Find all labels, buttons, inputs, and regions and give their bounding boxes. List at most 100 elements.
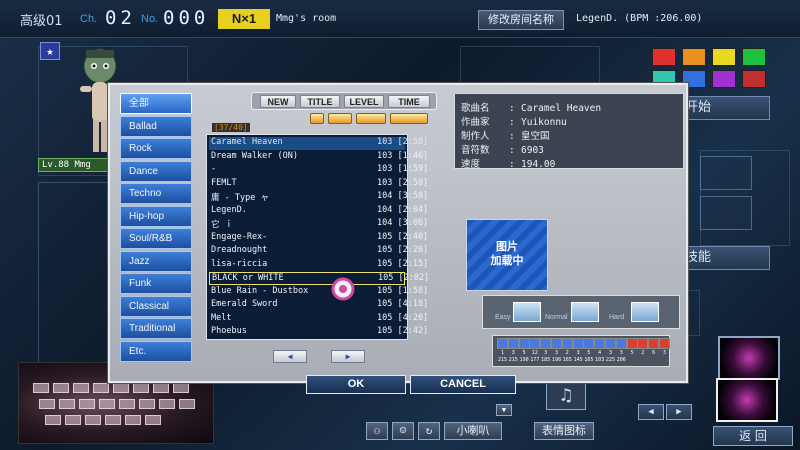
color-swatch[interactable] bbox=[712, 70, 736, 88]
rename-room-button[interactable]: 修改房间名称 bbox=[478, 10, 564, 30]
level-cell: 1 215 bbox=[497, 338, 508, 365]
info-composer-key: 作曲家 bbox=[461, 117, 490, 128]
tab-time[interactable]: TIME bbox=[388, 95, 430, 108]
song-level-time: 104 [2:04] bbox=[377, 204, 429, 215]
ok-button[interactable]: OK bbox=[306, 375, 406, 394]
next-arrow-button[interactable]: ▶ bbox=[666, 404, 692, 420]
song-row[interactable]: 它 ｉ 104 [3:06] bbox=[209, 218, 428, 231]
color-swatch[interactable] bbox=[742, 70, 766, 88]
tab-level[interactable]: LEVEL bbox=[344, 95, 384, 108]
category-item[interactable]: Techno bbox=[120, 183, 192, 204]
level-cell-color bbox=[518, 338, 530, 349]
info-song-row: 歌曲名: Caramel Heaven bbox=[461, 100, 601, 114]
song-row[interactable]: 庸 - Type ャ 104 [3:58] bbox=[209, 191, 428, 204]
color-swatch[interactable] bbox=[682, 48, 706, 66]
difficulty-filter bbox=[310, 113, 430, 124]
song-row[interactable]: Phoebus 105 [2:42] bbox=[209, 326, 429, 339]
song-row[interactable]: Dreadnought 105 [2:20] bbox=[209, 245, 428, 258]
music-note-icon[interactable]: ♫ bbox=[546, 382, 586, 410]
prev-arrow-button[interactable]: ◀ bbox=[638, 404, 664, 420]
info-composer-row: 作曲家: Yuikonnu bbox=[461, 114, 567, 128]
user-icon[interactable]: ☺ bbox=[392, 422, 414, 440]
song-level-time: 105 [1:58] bbox=[377, 285, 429, 296]
song-row[interactable]: Blue Rain - Dustbox 105 [1:58] bbox=[209, 285, 429, 299]
emote-button[interactable]: 表情图标 bbox=[534, 422, 594, 440]
category-item[interactable]: Jazz bbox=[120, 250, 192, 272]
tab-new[interactable]: NEW bbox=[260, 95, 296, 108]
difficulty-4-icon[interactable] bbox=[390, 113, 428, 124]
song-title: Melt bbox=[211, 312, 232, 323]
song-level-time: 105 [2:15] bbox=[377, 258, 429, 269]
song-row[interactable]: Engage-Rex- 105 [2:40] bbox=[209, 231, 429, 245]
cover-text-2: 加载中 bbox=[490, 254, 524, 267]
song-row[interactable]: BLACK or WHITE 105 [2:02] bbox=[209, 272, 429, 285]
song-title: LegenD. bbox=[211, 204, 247, 215]
category-list: 全部 Ballad Rock Dance Techno Hip-hop Soul/R&B Ja… bbox=[120, 93, 192, 363]
mode-easy-icon[interactable] bbox=[513, 302, 541, 322]
song-pager: ◀ ▶ bbox=[273, 350, 369, 363]
side-slot[interactable] bbox=[700, 196, 752, 230]
song-title: Caramel Heaven bbox=[211, 137, 283, 147]
song-level-time: 105 [2:42] bbox=[377, 326, 429, 336]
speaker-button[interactable]: 小喇叭 bbox=[444, 422, 502, 440]
category-item[interactable]: Classical bbox=[120, 295, 192, 317]
level-cell-color bbox=[507, 338, 519, 349]
category-item[interactable]: Traditional bbox=[120, 318, 192, 339]
level-cell-stars: 3 bbox=[576, 350, 580, 356]
song-row[interactable]: LegenD. 104 [2:04] bbox=[209, 204, 429, 218]
mode-hard-icon[interactable] bbox=[631, 302, 659, 322]
player-level-tag: Lv.88 Mmg bbox=[38, 158, 108, 172]
level-cell-stars: 5 bbox=[630, 350, 634, 356]
song-row[interactable]: Melt 105 [4:20] bbox=[209, 312, 428, 326]
cover-text-1: 图片 bbox=[496, 240, 518, 253]
song-row[interactable]: lisa-riccia 105 [2:15] bbox=[209, 258, 429, 272]
mode-normal-label: Normal bbox=[545, 314, 568, 321]
page-prev-button[interactable]: ◀ bbox=[273, 350, 307, 363]
song-title: Emerald Sword bbox=[211, 299, 278, 309]
page-next-button[interactable]: ▶ bbox=[331, 350, 365, 363]
info-producer-value: 皇空国 bbox=[521, 131, 550, 142]
refresh-icon[interactable]: ↻ bbox=[418, 422, 440, 440]
level-cell-stars: 2 bbox=[641, 350, 645, 356]
users-icon[interactable]: ⚇ bbox=[366, 422, 388, 440]
level-cell-stars: 12 bbox=[531, 350, 538, 356]
category-item[interactable]: 全部 bbox=[120, 93, 192, 114]
song-level-time: 105 [2:40] bbox=[377, 231, 429, 242]
effect-thumbnail[interactable] bbox=[718, 336, 780, 380]
mode-normal-icon[interactable] bbox=[571, 302, 599, 322]
song-row[interactable]: Emerald Sword 105 [4:18] bbox=[209, 299, 428, 312]
category-item[interactable]: Dance bbox=[120, 160, 192, 182]
info-sep: : bbox=[509, 131, 515, 142]
category-item[interactable]: Funk bbox=[120, 273, 192, 294]
page-count: [37/40] bbox=[212, 123, 250, 132]
color-swatch[interactable] bbox=[742, 48, 766, 66]
level-cell-bpm: 165 bbox=[562, 357, 572, 363]
level-cell-stars: 3 bbox=[619, 350, 623, 356]
category-item[interactable]: Soul/R&B bbox=[120, 228, 192, 249]
category-item[interactable]: Ballad bbox=[120, 115, 192, 137]
song-row[interactable]: - 103 [1:59] bbox=[209, 164, 428, 177]
tab-title[interactable]: TITLE bbox=[300, 95, 340, 108]
level-cell-color bbox=[605, 338, 616, 349]
song-row[interactable]: Dream Walker (ON) 103 [1:46] bbox=[209, 151, 428, 164]
song-row[interactable]: Caramel Heaven 103 [2:58] bbox=[209, 137, 428, 150]
level-cell: 5 bbox=[626, 338, 638, 365]
difficulty-2-icon[interactable] bbox=[328, 113, 352, 124]
difficulty-1-icon[interactable] bbox=[310, 113, 324, 124]
song-row[interactable]: FEMLT 103 [2:50] bbox=[209, 178, 428, 191]
category-item[interactable]: Rock bbox=[120, 138, 192, 159]
level-cell-bpm: 198 bbox=[551, 357, 562, 363]
back-button[interactable]: 返 回 bbox=[713, 426, 793, 446]
category-item[interactable]: Etc. bbox=[120, 340, 192, 362]
cancel-button[interactable]: CANCEL bbox=[410, 375, 516, 394]
level-cell: 2 bbox=[637, 338, 649, 365]
color-swatch[interactable] bbox=[712, 48, 736, 66]
color-swatch[interactable] bbox=[652, 48, 676, 66]
side-slot[interactable] bbox=[700, 156, 752, 190]
mode-badge: N×1 bbox=[218, 9, 270, 29]
effect-thumbnail-selected[interactable] bbox=[716, 378, 778, 422]
difficulty-3-icon[interactable] bbox=[356, 113, 386, 124]
category-item[interactable]: Hip-hop bbox=[120, 205, 192, 227]
channel-label: Ch. bbox=[80, 13, 98, 25]
scroll-down-button[interactable]: ▼ bbox=[496, 404, 512, 416]
